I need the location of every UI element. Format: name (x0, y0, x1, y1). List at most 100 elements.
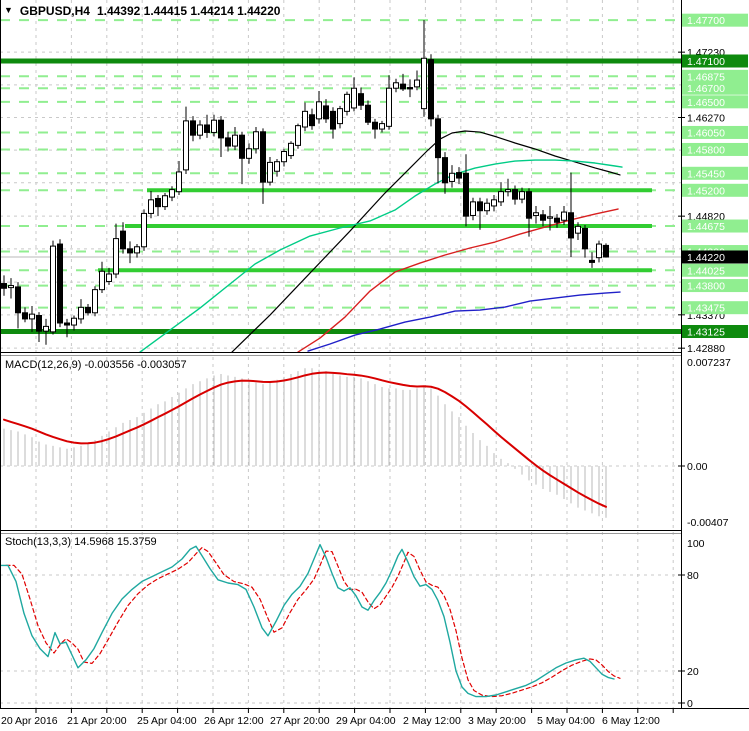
candle-body (372, 121, 378, 130)
candle-body (176, 171, 182, 193)
macd-max-label: 0.007237 (687, 357, 731, 369)
candle-body (127, 248, 133, 254)
candle-body (274, 161, 280, 172)
level-price-badge: 1.44025 (687, 265, 725, 277)
price-axis-label: 1.46270 (687, 112, 725, 124)
time-axis-label: 20 Apr 2016 (1, 715, 58, 727)
candle-body (155, 197, 161, 208)
candle-body (309, 114, 315, 127)
candle-body (379, 123, 385, 130)
time-axis-label: 21 Apr 20:00 (67, 715, 127, 727)
candle-body (554, 217, 560, 223)
candle-body (491, 199, 497, 207)
level-price-badge: 1.46875 (687, 71, 725, 83)
candle-body (15, 286, 21, 314)
level-price-badge: 1.46050 (687, 127, 725, 139)
candle-body (148, 199, 154, 214)
level-price-badge: 1.47700 (687, 15, 725, 27)
candle-body (8, 285, 14, 289)
candle-body (85, 306, 91, 314)
trading-chart-window: ▼ GBPUSD,H4 1.44392 1.44415 1.44214 1.44… (0, 0, 749, 731)
candle-body (603, 244, 609, 258)
current-bar-ohlc: 1.44392 1.44415 1.44214 1.44220 (96, 4, 281, 18)
candle-body (414, 79, 420, 88)
candle-body (169, 189, 175, 198)
candle-body (519, 191, 525, 200)
candle-body (428, 59, 434, 120)
candle-body (337, 108, 343, 125)
candle-body (470, 201, 476, 216)
stoch-axis-label: 80 (687, 570, 699, 582)
chart-dropdown-icon[interactable]: ▼ (4, 5, 13, 15)
candle-body (484, 202, 490, 212)
candle-body (22, 312, 28, 320)
candle-body (295, 125, 301, 146)
candle-body (456, 172, 462, 179)
candle-body (1, 283, 7, 289)
candle-body (498, 191, 504, 203)
candle-body (71, 317, 77, 326)
candle-body (64, 322, 70, 326)
price-axis-label: 1.42880 (687, 343, 725, 355)
time-axis-label: 29 Apr 04:00 (336, 715, 396, 727)
time-axis-label: 3 May 20:00 (468, 715, 526, 727)
candle-body (260, 131, 266, 183)
current-price-badge: 1.44220 (687, 252, 725, 264)
candle-body (365, 104, 371, 123)
candle-body (351, 87, 357, 109)
candle-body (582, 227, 588, 250)
candle-body (218, 119, 224, 139)
time-axis-label: 2 May 12:00 (403, 715, 461, 727)
candle-body (358, 93, 364, 106)
candle-body (386, 87, 392, 127)
candle-body (281, 151, 287, 163)
candle-body (225, 137, 231, 147)
candle-body (267, 161, 273, 183)
candle-body (400, 83, 406, 90)
time-axis-label: 26 Apr 12:00 (204, 715, 264, 727)
candle-body (92, 289, 98, 314)
level-price-badge: 1.45200 (687, 185, 725, 197)
level-price-badge: 1.44675 (687, 221, 725, 233)
candle-body (435, 118, 441, 159)
candle-body (393, 82, 399, 89)
candle-body (239, 134, 245, 159)
level-price-badge: 1.46500 (687, 97, 725, 109)
level-price-badge: 1.45450 (687, 168, 725, 180)
candle-body (344, 93, 350, 112)
macd-indicator-label: MACD(12,26,9) -0.003556 -0.003057 (5, 359, 187, 371)
candle-body (253, 131, 259, 150)
candle-body (596, 243, 602, 259)
candle-body (99, 270, 105, 291)
candle-body (288, 142, 294, 157)
chart-header: ▼ GBPUSD,H4 1.44392 1.44415 1.44214 1.44… (4, 4, 280, 18)
level-price-badge: 1.45800 (687, 144, 725, 156)
candle-body (29, 313, 35, 320)
candle-body (540, 214, 546, 221)
level-price-badge: 1.43800 (687, 281, 725, 293)
candle-body (407, 87, 413, 90)
candle-body (302, 110, 308, 128)
candle-body (316, 101, 322, 120)
candle-body (526, 191, 532, 219)
candle-body (120, 230, 126, 250)
candle-body (162, 195, 168, 208)
candle-body (106, 273, 112, 282)
candle-body (190, 120, 196, 136)
time-axis-label: 25 Apr 04:00 (137, 715, 197, 727)
candle-body (211, 119, 217, 133)
candle-body (547, 216, 553, 219)
level-price-badge: 1.46700 (687, 83, 725, 95)
candle-body (568, 212, 574, 239)
candle-body (246, 148, 252, 159)
candle-body (449, 172, 455, 182)
stoch-indicator-label: Stoch(13,3,3) 14.5968 15.3759 (5, 536, 157, 548)
candle-body (43, 325, 49, 332)
candle-body (113, 238, 119, 275)
candle-body (323, 105, 329, 120)
time-axis-label: 5 May 04:00 (537, 715, 595, 727)
candle-body (512, 189, 518, 200)
candle-body (575, 225, 581, 234)
key-level-price-badge: 1.43125 (687, 326, 725, 338)
time-axis-label: 6 May 12:00 (602, 715, 660, 727)
